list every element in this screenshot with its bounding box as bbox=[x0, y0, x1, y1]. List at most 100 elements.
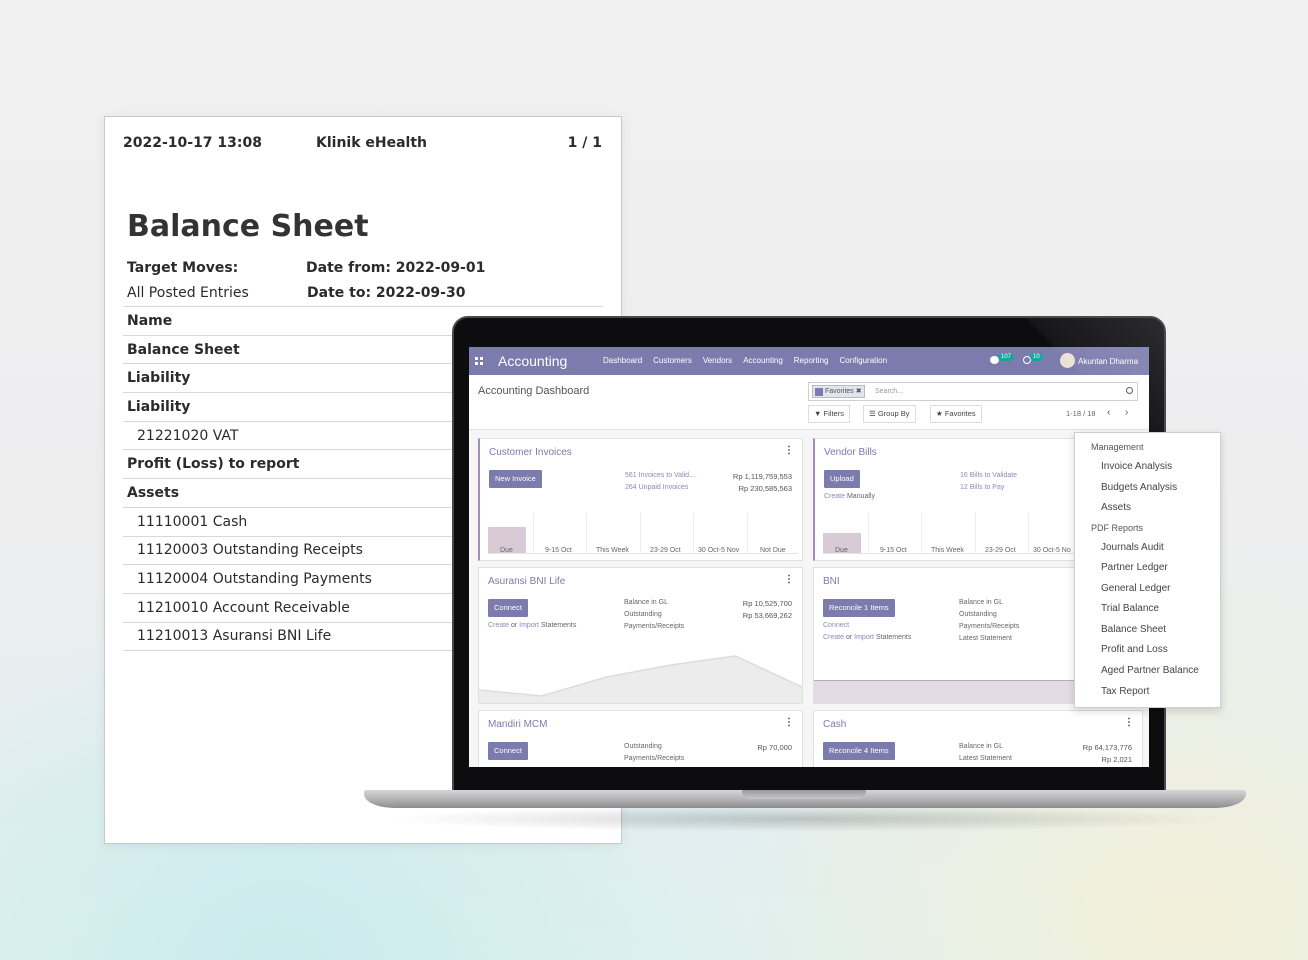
more-options-icon[interactable]: ⋮ bbox=[1124, 717, 1134, 728]
menu-accounting[interactable]: Accounting bbox=[743, 356, 783, 365]
card-title[interactable]: Mandiri MCM bbox=[488, 719, 547, 730]
menu-item-invoice-analysis[interactable]: Invoice Analysis bbox=[1101, 461, 1172, 472]
target-moves-value: All Posted Entries bbox=[127, 285, 249, 301]
x-axis-label: 30 Oct-5 No bbox=[1033, 547, 1071, 554]
balance-gl-label: Balance in GL bbox=[959, 743, 1003, 750]
connect-button[interactable]: Connect bbox=[488, 599, 528, 617]
create-link[interactable]: Create bbox=[823, 634, 844, 641]
x-axis-label: 23-29 Oct bbox=[985, 547, 1016, 554]
user-name[interactable]: Akuntan Dharma bbox=[1078, 357, 1138, 366]
apps-grid-icon[interactable] bbox=[475, 357, 483, 365]
star-icon: ★ bbox=[936, 409, 943, 418]
card-title[interactable]: Asuransi BNI Life bbox=[488, 576, 565, 587]
more-options-icon[interactable]: ⋮ bbox=[784, 574, 794, 585]
unpaid-invoices-link[interactable]: 264 Unpaid Invoices bbox=[625, 484, 688, 491]
create-manually: Create Manually bbox=[824, 493, 875, 500]
search-icon[interactable] bbox=[1126, 387, 1133, 394]
mandiri-card: Mandiri MCM ⋮ Connect Outstanding Paymen… bbox=[478, 710, 803, 767]
report-page-number: 1 / 1 bbox=[567, 135, 602, 151]
connect-button[interactable]: Connect bbox=[488, 742, 528, 760]
chevron-right-icon[interactable]: › bbox=[1125, 407, 1128, 418]
import-link[interactable]: Import bbox=[519, 622, 539, 629]
top-navbar: Accounting Dashboard Customers Vendors A… bbox=[469, 347, 1149, 375]
cash-card: Cash ⋮ Reconcile 4 Items Balance in GL R… bbox=[813, 710, 1143, 767]
menu-item-aged-partner-balance[interactable]: Aged Partner Balance bbox=[1101, 665, 1199, 676]
laptop-notch bbox=[742, 790, 866, 799]
card-title[interactable]: Customer Invoices bbox=[489, 447, 572, 458]
pager-value: 1-18 / 18 bbox=[1066, 409, 1096, 418]
balance-gl-label: Balance in GL bbox=[624, 599, 668, 606]
avatar[interactable] bbox=[1060, 353, 1075, 368]
customer-invoices-card: Customer Invoices ⋮ New Invoice 561 Invo… bbox=[478, 438, 803, 561]
menu-item-profit-and-loss[interactable]: Profit and Loss bbox=[1101, 644, 1168, 655]
menu-dashboard[interactable]: Dashboard bbox=[603, 356, 642, 365]
reporting-dropdown-menu: Management Invoice Analysis Budgets Anal… bbox=[1074, 432, 1221, 708]
app-name[interactable]: Accounting bbox=[498, 353, 567, 369]
bills-to-pay-link[interactable]: 12 Bills to Pay bbox=[960, 484, 1004, 491]
more-options-icon[interactable]: ⋮ bbox=[784, 445, 794, 456]
facet-label: Favorites bbox=[825, 388, 854, 395]
new-invoice-button[interactable]: New Invoice bbox=[489, 470, 542, 488]
chevron-left-icon[interactable]: ‹ bbox=[1107, 407, 1110, 418]
menu-vendors[interactable]: Vendors bbox=[703, 356, 732, 365]
upload-button[interactable]: Upload bbox=[824, 470, 860, 488]
menu-customers[interactable]: Customers bbox=[653, 356, 692, 365]
bills-to-validate-link[interactable]: 16 Bills to Validate bbox=[960, 472, 1017, 479]
reconcile-button[interactable]: Reconcile 1 Items bbox=[823, 599, 895, 617]
invoices-to-validate-link[interactable]: 561 Invoices to Valid... bbox=[625, 472, 695, 479]
reconcile-button[interactable]: Reconcile 4 Items bbox=[823, 742, 895, 760]
filter-icon: ▼ bbox=[814, 409, 822, 418]
menu-item-tax-report[interactable]: Tax Report bbox=[1101, 686, 1149, 697]
create-manually-text: Manually bbox=[846, 493, 875, 500]
x-axis-label: This Week bbox=[931, 547, 964, 554]
menu-configuration[interactable]: Configuration bbox=[839, 356, 887, 365]
x-axis-label: 9-15 Oct bbox=[545, 547, 572, 554]
grid-line bbox=[747, 513, 748, 554]
more-options-icon[interactable]: ⋮ bbox=[784, 717, 794, 728]
menu-item-general-ledger[interactable]: General Ledger bbox=[1101, 583, 1171, 594]
latest-statement-label: Latest Statement bbox=[959, 755, 1012, 762]
card-title[interactable]: Vendor Bills bbox=[824, 447, 877, 458]
outstanding-label-2: Payments/Receipts bbox=[959, 623, 1020, 630]
unpaid-invoices-amount: Rp 230,585,563 bbox=[738, 484, 792, 493]
create-link[interactable]: Create bbox=[824, 493, 845, 500]
menu-item-assets[interactable]: Assets bbox=[1101, 502, 1131, 513]
main-menu: Dashboard Customers Vendors Accounting R… bbox=[603, 356, 898, 365]
filter-icon bbox=[815, 388, 823, 396]
menu-item-partner-ledger[interactable]: Partner Ledger bbox=[1101, 562, 1168, 573]
grid-line bbox=[640, 513, 641, 554]
facet-remove-icon[interactable]: ✖ bbox=[856, 388, 862, 395]
grid-line bbox=[1028, 513, 1029, 554]
group-by-button[interactable]: ☰ Group By bbox=[863, 405, 916, 423]
balance-gl-amount: Rp 10,525,700 bbox=[742, 599, 792, 608]
menu-item-trial-balance[interactable]: Trial Balance bbox=[1101, 603, 1159, 614]
menu-item-budgets-analysis[interactable]: Budgets Analysis bbox=[1101, 482, 1177, 493]
invoices-to-validate-amount: Rp 1,119,759,553 bbox=[732, 472, 792, 481]
filters-button[interactable]: ▼ Filters bbox=[808, 405, 850, 423]
grid-line bbox=[975, 513, 976, 554]
group-by-label: Group By bbox=[877, 409, 910, 418]
card-title[interactable]: BNI bbox=[823, 576, 840, 587]
latest-statement-amount: Rp 2,021 bbox=[1101, 755, 1132, 764]
filters-label: Filters bbox=[823, 409, 844, 418]
menu-item-journals-audit[interactable]: Journals Audit bbox=[1101, 542, 1164, 553]
connect-link[interactable]: Connect bbox=[823, 622, 849, 629]
outstanding-label: Outstanding bbox=[624, 743, 662, 750]
favorites-facet[interactable]: Favorites ✖ bbox=[812, 385, 865, 398]
balance-gl-label: Balance in GL bbox=[959, 599, 1003, 606]
or-text: or bbox=[845, 634, 853, 641]
balance-gl-amount: Rp 64,173,776 bbox=[1082, 743, 1132, 752]
create-link[interactable]: Create bbox=[488, 622, 509, 629]
menu-reporting[interactable]: Reporting bbox=[794, 356, 829, 365]
import-link[interactable]: Import bbox=[854, 634, 874, 641]
x-axis-label: This Week bbox=[596, 547, 629, 554]
favorites-button[interactable]: ★ Favorites bbox=[930, 405, 982, 423]
card-title[interactable]: Cash bbox=[823, 719, 846, 730]
outstanding-label: Outstanding bbox=[624, 611, 662, 618]
search-bar[interactable]: Favorites ✖ Search... bbox=[808, 382, 1138, 401]
grid-line bbox=[693, 513, 694, 554]
outstanding-label-2: Payments/Receipts bbox=[624, 623, 685, 630]
invoice-bar-chart bbox=[488, 513, 798, 554]
search-input[interactable]: Search... bbox=[875, 388, 903, 395]
menu-item-balance-sheet[interactable]: Balance Sheet bbox=[1101, 624, 1166, 635]
